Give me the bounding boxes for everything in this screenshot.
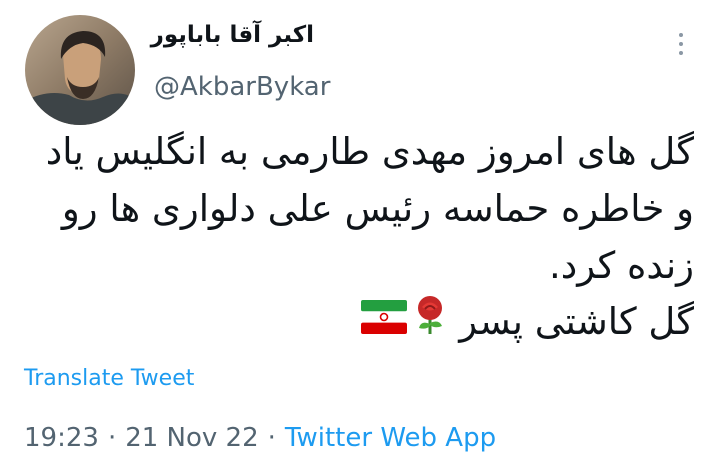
meta-separator: · <box>107 423 117 453</box>
avatar-photo <box>25 15 135 125</box>
author-display-name[interactable]: اکبر آقا باباپور <box>151 22 314 48</box>
translate-tweet-link[interactable]: Translate Tweet <box>24 366 194 391</box>
author-handle[interactable]: @AkbarBykar <box>154 72 330 102</box>
tweet-metadata: 19:23 · 21 Nov 22 · Twitter Web App <box>24 423 496 453</box>
tweet-card: اکبر آقا باباپور @AkbarBykar گل های امرو… <box>0 0 718 468</box>
more-icon-dot <box>679 42 683 46</box>
tweet-text-line: زنده کرد. <box>548 244 694 287</box>
tweet-date[interactable]: 21 Nov 22 <box>125 423 258 453</box>
avatar[interactable] <box>25 15 135 125</box>
tweet-text-line: گل کاشتی پسر <box>459 299 694 343</box>
tweet-text-last-line: گل کاشتی پسر <box>24 295 694 348</box>
more-icon-dot <box>679 51 683 55</box>
rose-emoji-icon <box>413 295 447 348</box>
more-options-button[interactable] <box>672 28 690 60</box>
more-icon-dot <box>679 33 683 37</box>
tweet-text-line: گل های امروز مهدی طارمی به انگلیس یاد <box>45 130 694 173</box>
iran-flag-emoji-icon <box>361 297 408 347</box>
meta-separator: · <box>267 423 276 453</box>
tweet-time[interactable]: 19:23 <box>24 423 99 453</box>
tweet-source-link[interactable]: Twitter Web App <box>285 423 496 453</box>
tweet-text-line: و خاطره حماسه رئیس علی دلواری ها رو <box>61 187 694 230</box>
